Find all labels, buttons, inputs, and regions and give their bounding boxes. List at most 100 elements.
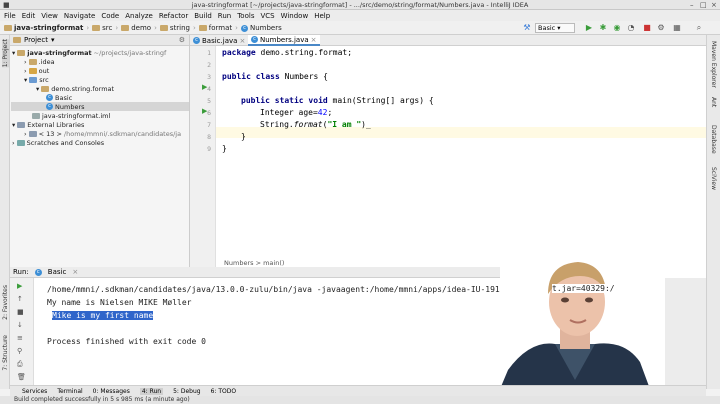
tool-tab-debug[interactable]: 5: Debug: [173, 388, 200, 395]
chevron-down-icon[interactable]: ▾: [12, 121, 15, 129]
close-icon[interactable]: ×: [711, 1, 717, 9]
tree-item-iml[interactable]: java-stringformat.iml: [32, 111, 110, 120]
menu-refactor[interactable]: Refactor: [159, 12, 188, 20]
code-line[interactable]: }: [222, 144, 227, 153]
package-icon: [41, 85, 50, 92]
menu-edit[interactable]: Edit: [22, 12, 36, 20]
tree-item-project[interactable]: ▾ java-stringformat ~/projects/java-stri…: [12, 48, 166, 57]
crumb-project[interactable]: java-stringformat: [14, 24, 83, 32]
close-icon[interactable]: ×: [311, 36, 317, 44]
gear-icon[interactable]: ⚙: [179, 36, 185, 44]
tree-item-external-libraries[interactable]: ▾ External Libraries: [12, 120, 84, 129]
settings-icon[interactable]: ⚙: [656, 23, 666, 33]
tab-numbers-java[interactable]: c Numbers.java ×: [248, 35, 320, 46]
crumb-src[interactable]: src: [102, 24, 112, 32]
chevron-down-icon[interactable]: ▾: [51, 36, 55, 44]
folder-icon: [159, 25, 168, 31]
chevron-down-icon[interactable]: ▾: [12, 49, 15, 57]
run-gutter-icon[interactable]: ▶: [202, 83, 207, 91]
menu-tools[interactable]: Tools: [237, 12, 254, 20]
editor-breadcrumb[interactable]: Numbers > main(): [224, 259, 284, 267]
tree-item-jdk[interactable]: › < 13 > /home/mmni/.sdkman/candidates/j…: [24, 129, 181, 138]
search-icon[interactable]: ⌕: [694, 23, 704, 33]
tab-basic-java[interactable]: c Basic.java ×: [190, 35, 248, 46]
chevron-right-icon[interactable]: ›: [24, 58, 27, 66]
chevron-down-icon[interactable]: ▾: [36, 85, 39, 93]
project-view-select[interactable]: Project: [24, 36, 48, 44]
tool-tab-messages[interactable]: 0: Messages: [93, 388, 130, 395]
menu-analyze[interactable]: Analyze: [125, 12, 153, 20]
tool-tab-project[interactable]: 1: Project: [2, 39, 9, 68]
tool-tab-ant[interactable]: Ant: [710, 97, 717, 107]
tool-tab-structure[interactable]: 7: Structure: [2, 335, 9, 371]
menu-run[interactable]: Run: [218, 12, 231, 20]
tree-item-numbers[interactable]: c Numbers: [11, 102, 189, 111]
tree-item-src[interactable]: ▾ src: [24, 75, 49, 84]
profile-icon[interactable]: ◔: [626, 23, 636, 33]
run-tab-basic[interactable]: Basic: [48, 268, 67, 276]
scroll-up-icon[interactable]: ↑: [17, 295, 23, 303]
menu-file[interactable]: File: [4, 12, 16, 20]
close-icon[interactable]: ×: [72, 268, 78, 276]
structure-icon[interactable]: ▦: [672, 23, 682, 33]
code-line[interactable]: Integer age=42;: [260, 108, 332, 117]
tool-tab-database[interactable]: Database: [710, 125, 717, 154]
chevron-right-icon[interactable]: ›: [12, 139, 15, 147]
tool-tab-services[interactable]: Services: [22, 388, 47, 395]
pin-icon[interactable]: ⚲: [17, 347, 22, 355]
print-icon[interactable]: ⎙: [17, 360, 23, 369]
run-config-select[interactable]: Basic ▾: [535, 23, 575, 33]
menu-view[interactable]: View: [41, 12, 58, 20]
close-icon[interactable]: ×: [239, 37, 245, 45]
module-file-icon: [32, 112, 40, 119]
stop-icon[interactable]: ■: [17, 308, 24, 316]
tree-item-package[interactable]: ▾ demo.string.format: [36, 84, 114, 93]
code-line[interactable]: public class Numbers {: [222, 72, 328, 81]
menu-help[interactable]: Help: [314, 12, 330, 20]
code-line[interactable]: public static void main(String[] args) {: [241, 96, 434, 105]
stop-icon[interactable]: ■: [642, 23, 652, 33]
keyword: public class: [222, 72, 280, 81]
crumb-format[interactable]: format: [209, 24, 232, 32]
tool-tab-todo[interactable]: 6: TODO: [211, 388, 236, 395]
menu-code[interactable]: Code: [101, 12, 119, 20]
hammer-icon[interactable]: ⚒: [522, 23, 532, 33]
crumb-numbers[interactable]: Numbers: [250, 24, 282, 32]
run-gutter-icon[interactable]: ▶: [202, 107, 207, 115]
line-number: 1: [207, 49, 211, 57]
console-line-selected[interactable]: Mike is my first name: [52, 311, 154, 320]
chevron-right-icon[interactable]: ›: [24, 67, 27, 75]
menu-vcs[interactable]: VCS: [260, 12, 274, 20]
rerun-icon[interactable]: ▶: [17, 282, 22, 290]
tree-item-basic[interactable]: c Basic: [46, 93, 72, 102]
maximize-icon[interactable]: □: [700, 1, 707, 9]
menu-window[interactable]: Window: [281, 12, 309, 20]
chevron-down-icon[interactable]: ▾: [24, 76, 27, 84]
coverage-icon[interactable]: ◉: [612, 23, 622, 33]
tool-tab-sciview[interactable]: SciView: [710, 167, 717, 190]
tree-label: < 13 >: [38, 129, 62, 138]
code-line[interactable]: String.format("I am ")_: [260, 120, 371, 129]
tree-item-scratches[interactable]: › Scratches and Consoles: [12, 138, 104, 147]
tree-item-idea[interactable]: › .idea: [24, 57, 55, 66]
run-icon[interactable]: ▶: [584, 23, 594, 33]
scroll-down-icon[interactable]: ↓: [17, 321, 23, 329]
code-line[interactable]: }: [241, 132, 246, 141]
minimize-icon[interactable]: –: [690, 1, 694, 9]
tool-tab-run[interactable]: 4: Run: [139, 387, 164, 395]
soft-wrap-icon[interactable]: ≡: [17, 334, 23, 342]
tool-tab-terminal[interactable]: Terminal: [57, 388, 82, 395]
menu-navigate[interactable]: Navigate: [64, 12, 95, 20]
tool-tab-maven[interactable]: Maven Explorer: [710, 41, 717, 88]
tree-item-out[interactable]: › out: [24, 66, 49, 75]
crumb-string[interactable]: string: [170, 24, 190, 32]
delete-icon[interactable]: 🗑: [17, 373, 26, 381]
code-text: }: [241, 132, 246, 141]
crumb-demo[interactable]: demo: [131, 24, 151, 32]
line-number: 8: [207, 133, 211, 141]
debug-icon[interactable]: ✱: [598, 23, 608, 33]
menu-build[interactable]: Build: [194, 12, 212, 20]
tool-tab-favorites[interactable]: 2: Favorites: [2, 285, 9, 320]
chevron-right-icon[interactable]: ›: [24, 130, 27, 138]
code-line[interactable]: package demo.string.format;: [222, 48, 352, 57]
